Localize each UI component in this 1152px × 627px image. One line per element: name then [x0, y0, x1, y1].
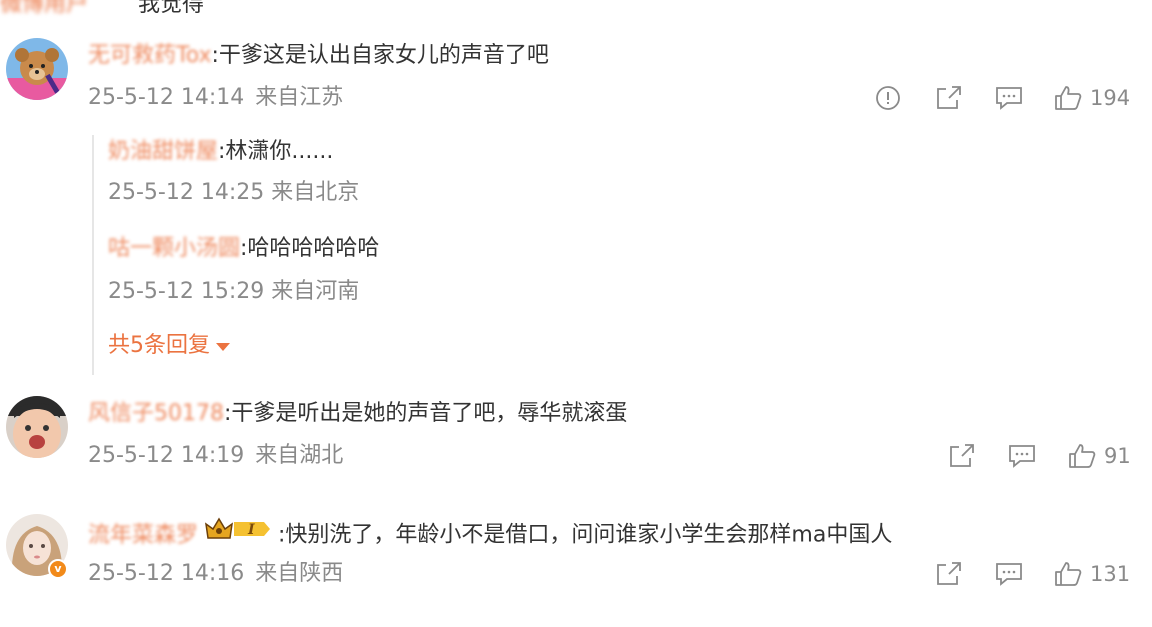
share-icon — [950, 444, 974, 467]
more-replies-label: 共5条回复 — [108, 333, 210, 358]
previous-comment-fragment: 微博用户 我觉得 — [0, 0, 204, 18]
comment-icon — [996, 563, 1022, 586]
like-button[interactable]: 91 — [1068, 441, 1131, 471]
timestamp: 25-5-12 14:25 — [108, 180, 265, 205]
like-button[interactable]: 194 — [1054, 83, 1130, 113]
reply-meta: 25-5-12 15:29 来自河南 — [108, 277, 359, 307]
location: 来自河南 — [271, 279, 360, 304]
comment-line: 无可救药Tox:干爹这是认出自家女儿的声音了吧 — [88, 41, 549, 71]
comment-text: 我觉得 — [138, 0, 205, 17]
like-icon — [1055, 562, 1082, 586]
comment-icon — [1009, 445, 1035, 468]
like-count: 194 — [1090, 86, 1131, 110]
more-replies-button[interactable]: 共5条回复 — [108, 331, 230, 361]
like-button[interactable]: 131 — [1054, 559, 1130, 589]
crown-badge-icon[interactable]: I — [204, 516, 272, 551]
timestamp: 25-5-12 15:29 — [108, 279, 265, 304]
reply-meta: 25-5-12 14:25 来自北京 — [108, 178, 359, 208]
username[interactable]: 流年菜森罗 — [88, 523, 198, 548]
username[interactable]: 微博用户 — [0, 0, 88, 17]
comment-button[interactable] — [995, 83, 1023, 113]
share-icon — [937, 86, 961, 109]
comment-actions: 194 — [0, 83, 1152, 113]
comment-text: :快别洗了，年龄小不是借口，问问谁家小学生会那样ma中国人 — [278, 522, 893, 548]
username[interactable]: 风信子50178 — [88, 401, 224, 426]
comment-text: :干爹这是认出自家女儿的声音了吧 — [211, 43, 549, 68]
like-icon — [1069, 444, 1096, 468]
username[interactable]: 无可救药Tox — [88, 43, 212, 68]
share-button[interactable] — [948, 441, 976, 471]
share-button[interactable] — [935, 559, 963, 589]
like-count: 131 — [1090, 562, 1131, 586]
reply-line: 奶油甜饼屋:林潇你...... — [108, 137, 333, 167]
comment-button[interactable] — [1008, 441, 1036, 471]
comment-line: 流年菜森罗 I :快别洗了，年龄小不是借口，问问谁家小学生会那样ma中国人 — [88, 516, 892, 555]
username[interactable]: 奶油甜饼屋 — [108, 139, 218, 164]
comment-actions: 91 — [0, 441, 1152, 471]
like-icon — [1055, 86, 1082, 110]
reply-thread: 奶油甜饼屋:林潇你...... 25-5-12 14:25 来自北京 咕一颗小汤… — [92, 135, 594, 375]
reply-text: :林潇你...... — [218, 139, 334, 164]
username[interactable]: 咕一颗小汤圆 — [108, 236, 240, 261]
location: 来自北京 — [271, 180, 360, 205]
comment-text: :干爹是听出是她的声音了吧，辱华就滚蛋 — [224, 401, 628, 426]
report-icon — [876, 86, 900, 110]
reply-line: 咕一颗小汤圆:哈哈哈哈哈哈 — [108, 234, 379, 264]
badge-level: I — [247, 522, 255, 538]
comment-button[interactable] — [995, 559, 1023, 589]
comment-line: 风信子50178:干爹是听出是她的声音了吧，辱华就滚蛋 — [88, 399, 627, 429]
report-button[interactable] — [875, 83, 901, 113]
share-button[interactable] — [935, 83, 963, 113]
like-count: 91 — [1104, 444, 1131, 468]
comment-actions: 131 — [0, 559, 1152, 589]
chevron-down-icon — [216, 343, 230, 351]
share-icon — [937, 562, 961, 585]
comment-icon — [996, 87, 1022, 110]
reply-text: :哈哈哈哈哈哈 — [240, 236, 380, 261]
